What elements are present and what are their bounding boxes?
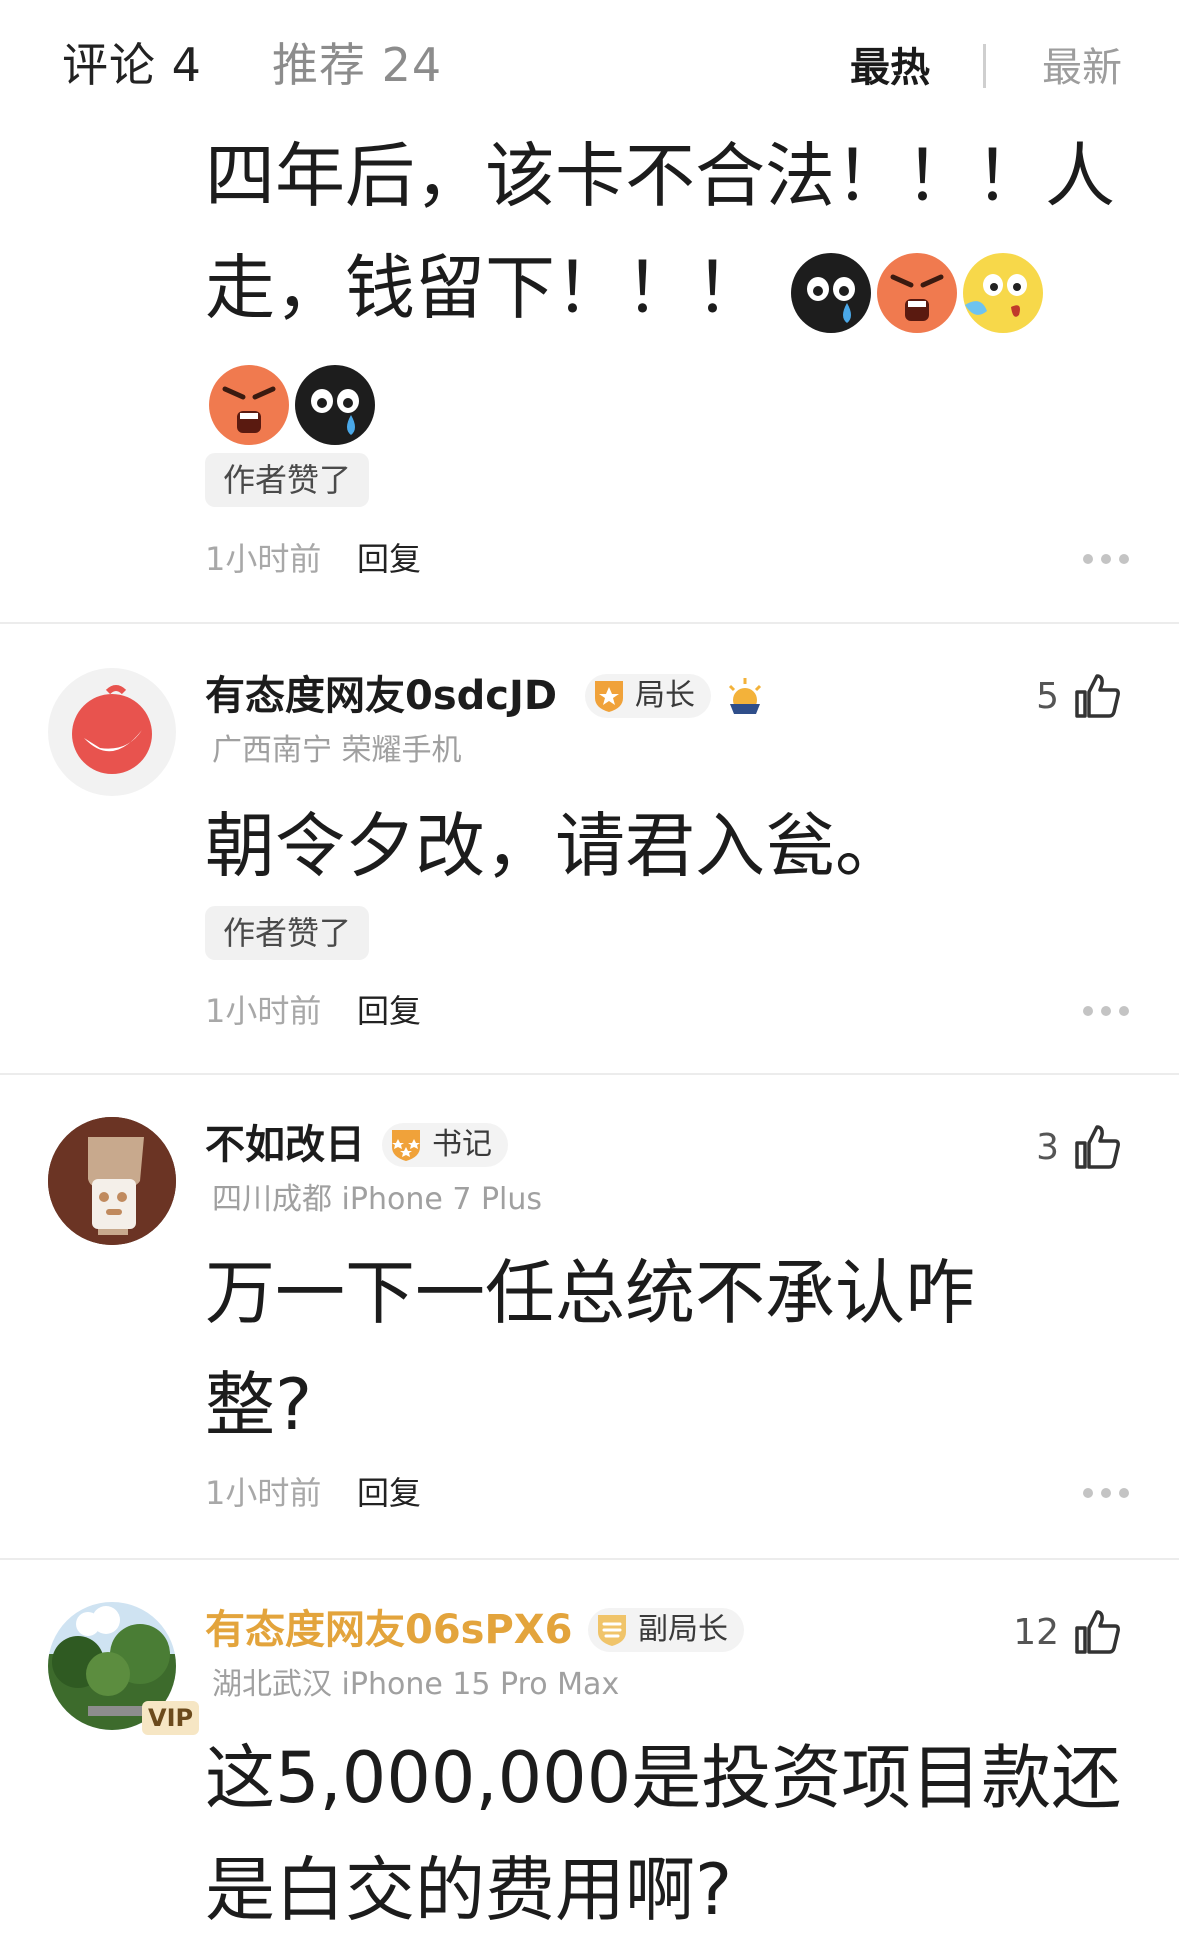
author-liked-tag: 作者赞了 <box>205 453 370 507</box>
cry-emoji-icon <box>789 251 873 335</box>
rank-label: 局长 <box>635 678 695 713</box>
vip-badge: VIP <box>142 1701 200 1735</box>
sunrise-badge-icon <box>722 674 768 720</box>
tab-recommend[interactable]: 推荐 24 <box>272 34 442 96</box>
more-options-icon[interactable] <box>1083 554 1129 564</box>
shield-icon <box>598 1615 626 1646</box>
tab-comments[interactable]: 评论 4 <box>62 34 202 96</box>
username[interactable]: 有态度网友06sPX6 <box>205 1604 572 1656</box>
cry-emoji-icon <box>293 363 377 447</box>
rank-badge: 副局长 <box>588 1608 744 1652</box>
more-options-icon[interactable] <box>1083 1006 1129 1016</box>
comment-body: 万一下一任总统不承认咋整? <box>205 1252 975 1446</box>
divider <box>0 1073 1179 1075</box>
sort-divider <box>983 44 986 88</box>
like-button[interactable]: 5 <box>1036 666 1123 726</box>
comment-tab-bar: 评论 4 推荐 24 最热 最新 <box>0 0 1179 130</box>
sort-hot-button[interactable]: 最热 <box>850 40 930 96</box>
like-count: 3 <box>1036 1126 1059 1168</box>
rank-label: 书记 <box>432 1127 492 1162</box>
comment-body: 这5,000,000是投资项目款还是白交的费用啊? <box>205 1737 1122 1931</box>
shocked-emoji-icon <box>961 251 1045 335</box>
user-meta: 四川成都 iPhone 7 Plus <box>212 1182 543 1217</box>
angry-emoji-icon <box>875 251 959 335</box>
thumbs-up-icon <box>1075 674 1120 718</box>
like-button[interactable]: 12 <box>1013 1602 1123 1662</box>
reply-button[interactable]: 回复 <box>357 989 421 1033</box>
sort-new-button[interactable]: 最新 <box>1042 40 1122 96</box>
avatar[interactable] <box>48 1117 176 1245</box>
reply-button[interactable]: 回复 <box>357 1471 421 1515</box>
like-button[interactable]: 3 <box>1036 1117 1123 1177</box>
divider <box>0 622 1179 624</box>
angry-emoji-icon <box>207 363 291 447</box>
comment-time: 1小时前 <box>205 992 322 1030</box>
author-liked-tag: 作者赞了 <box>205 906 370 960</box>
username[interactable]: 有态度网友0sdcJD <box>205 670 557 722</box>
reply-button[interactable]: 回复 <box>357 537 421 581</box>
comment-body: 朝令夕改，请君入瓮。 <box>205 805 905 887</box>
username[interactable]: 不如改日 <box>205 1119 365 1171</box>
shield-icon <box>392 1130 420 1161</box>
like-count: 12 <box>1013 1611 1059 1653</box>
more-options-icon[interactable] <box>1083 1488 1129 1498</box>
user-meta: 湖北武汉 iPhone 15 Pro Max <box>212 1667 620 1702</box>
comment-time: 1小时前 <box>205 540 322 578</box>
thumbs-up-icon <box>1075 1125 1120 1169</box>
like-count: 5 <box>1036 675 1059 717</box>
rank-badge: 局长 <box>585 674 711 718</box>
rank-badge: 书记 <box>382 1123 508 1167</box>
user-meta: 广西南宁 荣耀手机 <box>212 733 462 768</box>
shield-icon <box>595 681 623 712</box>
comment-time: 1小时前 <box>205 1474 322 1512</box>
comment-body: 四年后，该卡不合法！！！人走，钱留下！！！ <box>205 120 1135 456</box>
thumbs-up-icon <box>1075 1610 1120 1654</box>
avatar[interactable] <box>48 668 176 796</box>
rank-label: 副局长 <box>638 1612 728 1647</box>
divider <box>0 1558 1179 1560</box>
